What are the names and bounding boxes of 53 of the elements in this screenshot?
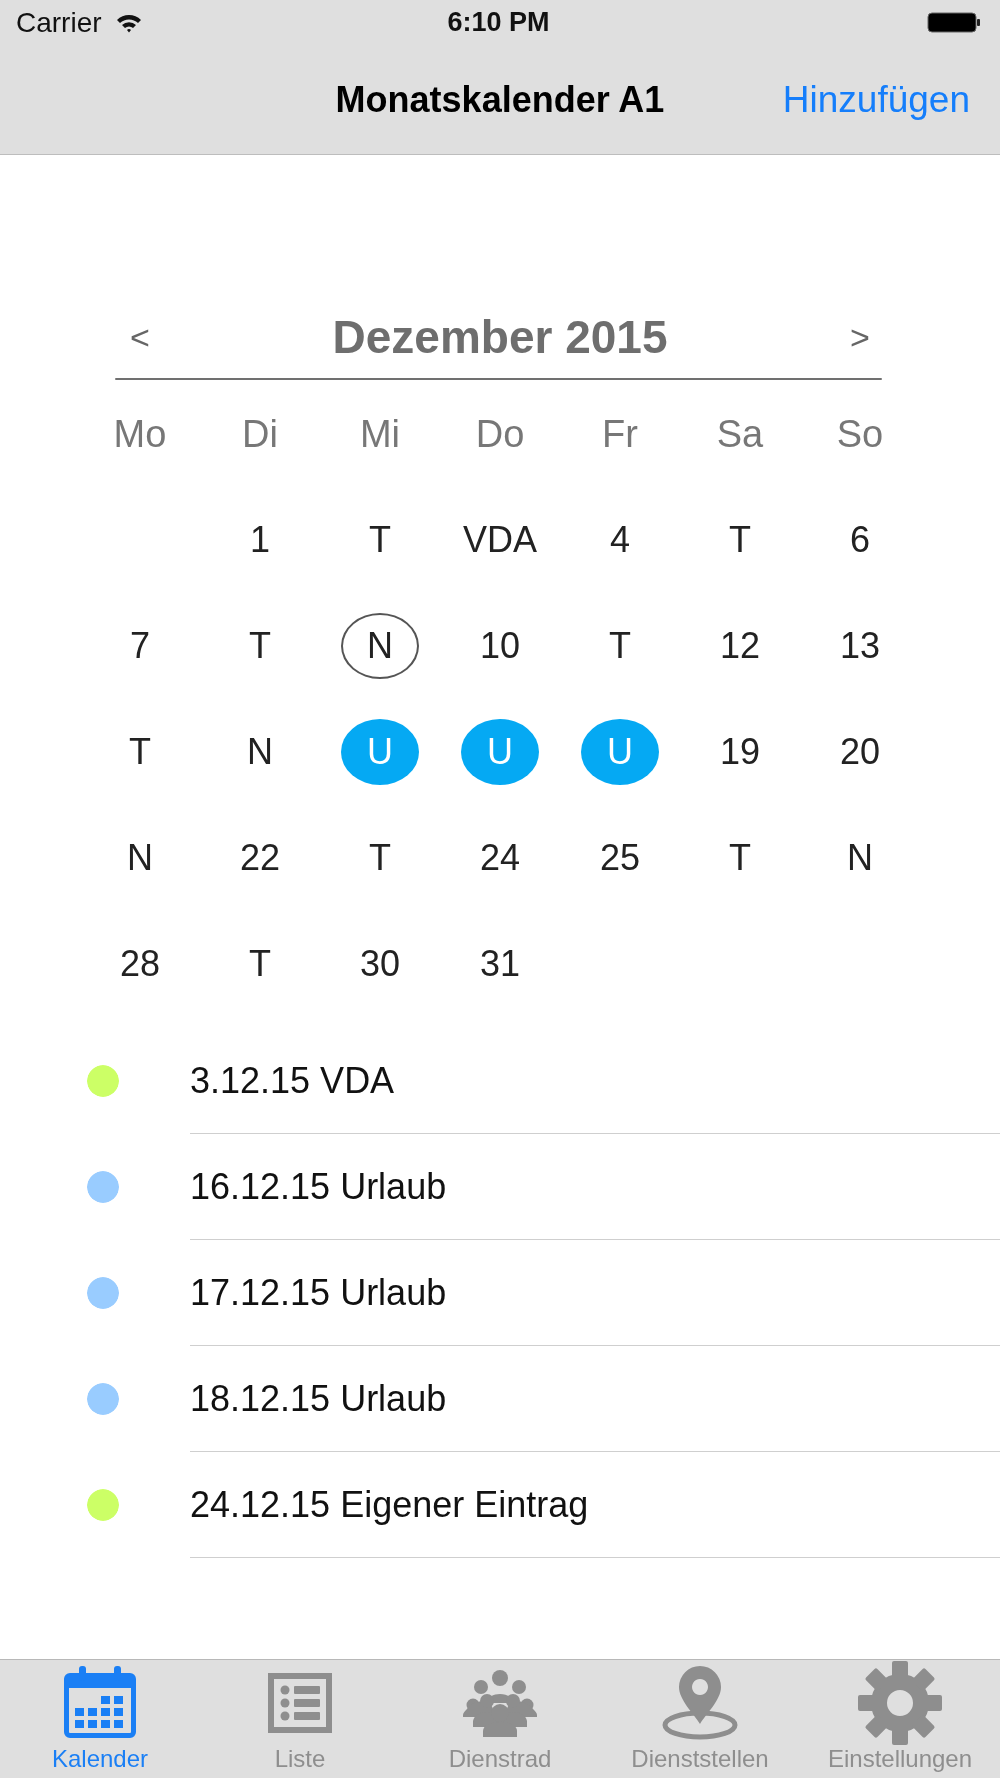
calendar-day[interactable]: 7 <box>101 613 179 679</box>
calendar-day[interactable]: T <box>701 507 779 573</box>
calendar-icon <box>62 1666 138 1740</box>
calendar-day[interactable]: 25 <box>581 825 659 891</box>
calendar-day[interactable]: 6 <box>821 507 899 573</box>
calendar-day[interactable]: 24 <box>461 825 539 891</box>
calendar-day[interactable]: T <box>341 507 419 573</box>
calendar-day[interactable]: 19 <box>701 719 779 785</box>
map-pin-icon <box>661 1666 739 1740</box>
calendar-day[interactable]: T <box>341 825 419 891</box>
calendar-day[interactable]: T <box>101 719 179 785</box>
weekday-label: Mo <box>113 412 167 456</box>
calendar-day[interactable]: 30 <box>341 931 419 997</box>
weekday-label: Sa <box>716 412 764 456</box>
calendar-day[interactable]: 22 <box>221 825 299 891</box>
event-entry[interactable]: 3.12.15 VDA <box>190 1059 395 1102</box>
previous-month-button[interactable]: < <box>130 317 150 357</box>
screen-title: Monatskalender A1 <box>335 78 665 121</box>
calendar-day[interactable]: 10 <box>461 613 539 679</box>
calendar-day[interactable]: T <box>581 613 659 679</box>
battery-icon <box>927 12 981 33</box>
month-title: Dezember 2015 <box>332 310 668 364</box>
weekday-label: Fr <box>602 412 638 456</box>
next-month-button[interactable]: > <box>850 317 870 357</box>
settings-icon <box>858 1661 942 1745</box>
calendar-day[interactable]: 13 <box>821 613 899 679</box>
people-icon <box>463 1669 537 1737</box>
carrier-label: Carrier <box>16 6 102 39</box>
calendar-day[interactable]: 20 <box>821 719 899 785</box>
weekday-label: Do <box>475 412 525 456</box>
event-entry[interactable]: 18.12.15 Urlaub <box>190 1377 447 1420</box>
calendar-day[interactable]: VDA <box>461 507 539 573</box>
wifi-icon <box>115 12 142 33</box>
calendar-day[interactable]: T <box>701 825 779 891</box>
calendar-day[interactable]: 1 <box>221 507 299 573</box>
calendar-day[interactable]: N <box>341 613 419 679</box>
calendar-day[interactable]: N <box>221 719 299 785</box>
calendar-day[interactable]: T <box>221 931 299 997</box>
weekday-label: So <box>836 412 884 456</box>
clock-time: 6:10 PM <box>447 7 550 38</box>
calendar-day[interactable]: T <box>221 613 299 679</box>
weekday-label: Di <box>242 412 278 456</box>
calendar-day[interactable]: 4 <box>581 507 659 573</box>
calendar-day[interactable]: 28 <box>101 931 179 997</box>
calendar-day[interactable]: N <box>821 825 899 891</box>
weekday-label: Mi <box>359 412 401 456</box>
event-entry[interactable]: 16.12.15 Urlaub <box>190 1165 447 1208</box>
calendar-day[interactable]: 12 <box>701 613 779 679</box>
event-entry[interactable]: 24.12.15 Eigener Eintrag <box>190 1483 589 1526</box>
event-entry[interactable]: 17.12.15 Urlaub <box>190 1271 447 1314</box>
calendar-day[interactable]: 31 <box>461 931 539 997</box>
list-icon <box>268 1673 332 1733</box>
calendar-day[interactable]: N <box>101 825 179 891</box>
